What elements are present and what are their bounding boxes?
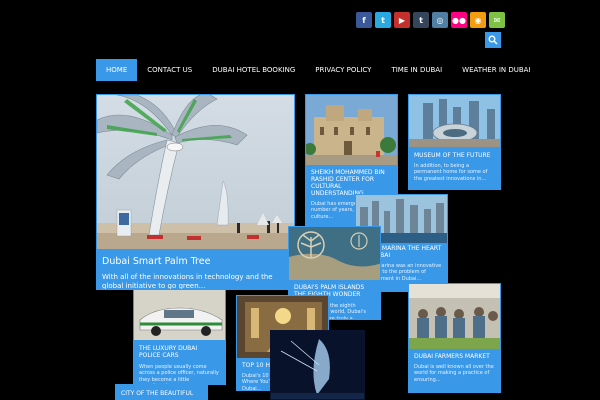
social-icons: f t ▶ t ◎ ●● ◉ ✉ [356,12,505,28]
post-image-farmers-market [409,284,500,349]
twitter-icon[interactable]: t [375,12,391,28]
main-nav: HOME CONTACT US DUBAI HOTEL BOOKING PRIV… [96,59,531,81]
post-excerpt: With all of the innovations in technolog… [102,273,273,290]
post-card-night-tower[interactable] [270,330,365,400]
post-title[interactable]: SHEIKH MOHAMMED BIN RASHID CENTER FOR CU… [311,169,392,197]
nav-contact-us[interactable]: CONTACT US [137,59,202,81]
post-image-palm-islands [289,227,380,280]
nav-dubai-hotel-booking[interactable]: DUBAI HOTEL BOOKING [202,59,305,81]
post-card-city-beautiful[interactable]: CITY OF THE BEAUTIFUL [115,384,208,400]
youtube-icon[interactable]: ▶ [394,12,410,28]
page: f t ▶ t ◎ ●● ◉ ✉ HOME CONTACT US DUBAI H… [0,0,600,400]
post-title[interactable]: CITY OF THE BEAUTIFUL [121,390,202,397]
post-title[interactable]: THE LUXURY DUBAI POLICE CARS [139,345,220,359]
post-image-police-cars [134,290,225,340]
post-title[interactable]: Dubai Smart Palm Tree [102,256,289,267]
flickr-icon[interactable]: ●● [451,12,467,28]
nav-weather-in-dubai[interactable]: WEATHER IN DUBAI [452,59,540,81]
search-icon [488,35,498,45]
search-button[interactable] [485,32,501,48]
post-card-smart-palm[interactable]: Dubai Smart Palm Tree With all of the in… [96,94,295,290]
post-excerpt: When people usually come across a police… [139,364,219,384]
nav-home[interactable]: HOME [96,59,138,81]
instagram-icon[interactable]: ◎ [432,12,448,28]
facebook-icon[interactable]: f [356,12,372,28]
post-image-night-tower [271,331,364,399]
post-image-museum-future [409,95,500,147]
post-title[interactable]: DUBAI FARMERS MARKET [414,353,495,360]
post-excerpt: Dubai is well known all over the world f… [414,364,494,383]
post-title[interactable]: MUSEUM OF THE FUTURE [414,152,495,159]
post-excerpt: In addition, to being a permanent home f… [414,163,488,182]
post-image-sheikh-mohammed [306,95,397,165]
email-icon[interactable]: ✉ [489,12,505,28]
tumblr-icon[interactable]: t [413,12,429,28]
rss-icon[interactable]: ◉ [470,12,486,28]
nav-time-in-dubai[interactable]: TIME IN DUBAI [381,59,452,81]
nav-privacy-policy[interactable]: PRIVACY POLICY [305,59,381,81]
post-card-police-cars[interactable]: THE LUXURY DUBAI POLICE CARS When people… [133,289,226,385]
post-image-smart-palm [97,95,294,249]
post-card-museum-future[interactable]: MUSEUM OF THE FUTURE In addition, to bei… [408,94,501,190]
post-card-farmers-market[interactable]: DUBAI FARMERS MARKET Dubai is well known… [408,283,501,393]
